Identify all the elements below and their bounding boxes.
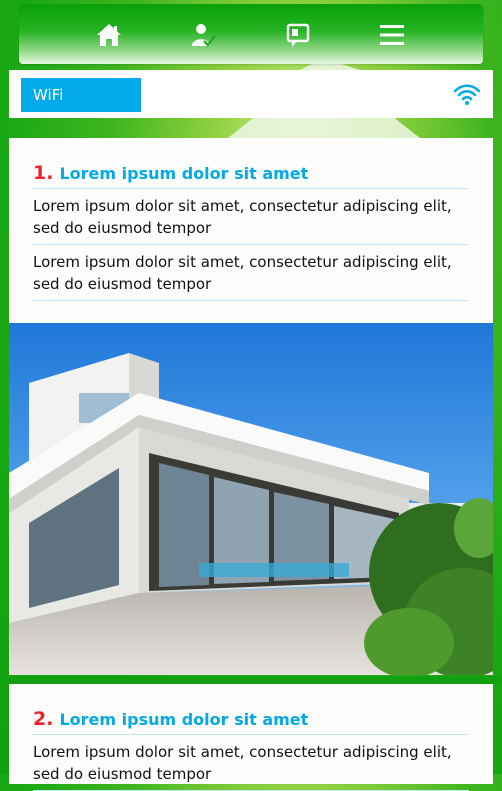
wifi-bar: WiFi — [9, 70, 493, 118]
section-heading: 2. Lorem ipsum dolor sit amet — [33, 684, 469, 735]
section-card-1: 1. Lorem ipsum dolor sit amet Lorem ipsu… — [9, 138, 493, 324]
section-paragraph: Lorem ipsum dolor sit amet, consectetur … — [33, 735, 469, 791]
section-paragraph: Lorem ipsum dolor sit amet, consectetur … — [33, 245, 469, 301]
section-title[interactable]: Lorem ipsum dolor sit amet — [59, 164, 308, 183]
top-navigation-bar — [19, 4, 483, 64]
house-photo — [9, 323, 493, 675]
section-number: 2. — [33, 708, 54, 730]
section-paragraph: Lorem ipsum dolor sit amet, consectetur … — [33, 189, 469, 245]
chat-icon[interactable] — [282, 19, 314, 51]
section-title[interactable]: Lorem ipsum dolor sit amet — [59, 710, 308, 729]
home-icon[interactable] — [93, 19, 125, 51]
menu-icon[interactable] — [376, 19, 408, 51]
section-number: 1. — [33, 162, 54, 184]
wifi-tab[interactable]: WiFi — [21, 78, 141, 112]
section-heading: 1. Lorem ipsum dolor sit amet — [33, 138, 469, 189]
user-check-icon[interactable] — [187, 19, 219, 51]
wifi-signal-icon[interactable] — [453, 82, 481, 106]
section-card-2: 2. Lorem ipsum dolor sit amet Lorem ipsu… — [9, 684, 493, 791]
